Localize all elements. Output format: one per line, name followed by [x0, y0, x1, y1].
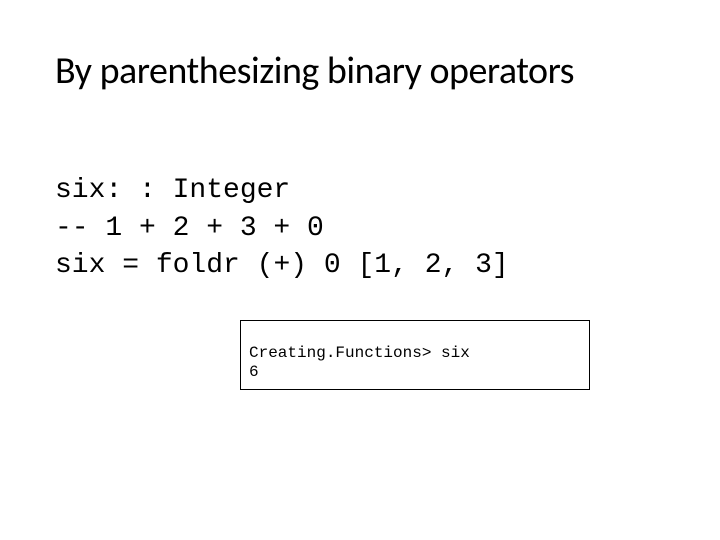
slide: By parenthesizing binary operators six: …	[0, 0, 720, 285]
code-line-3-mid: 0	[307, 250, 357, 281]
code-line-2: -- 1 + 2 + 3 + 0	[55, 213, 324, 244]
code-operator-paren: (+)	[257, 250, 307, 281]
terminal-output-box: Creating.Functions> six 6	[240, 320, 590, 390]
slide-title: By parenthesizing binary operators	[55, 48, 675, 94]
code-block: six: : Integer -- 1 + 2 + 3 + 0 six = fo…	[55, 134, 675, 285]
code-line-3-prefix: six = foldr	[55, 250, 257, 281]
code-line-1: six: : Integer	[55, 175, 290, 206]
terminal-result-line: 6	[249, 363, 259, 381]
terminal-prompt-line: Creating.Functions> six	[249, 344, 470, 362]
code-list-literal: [1, 2, 3]	[357, 250, 508, 281]
